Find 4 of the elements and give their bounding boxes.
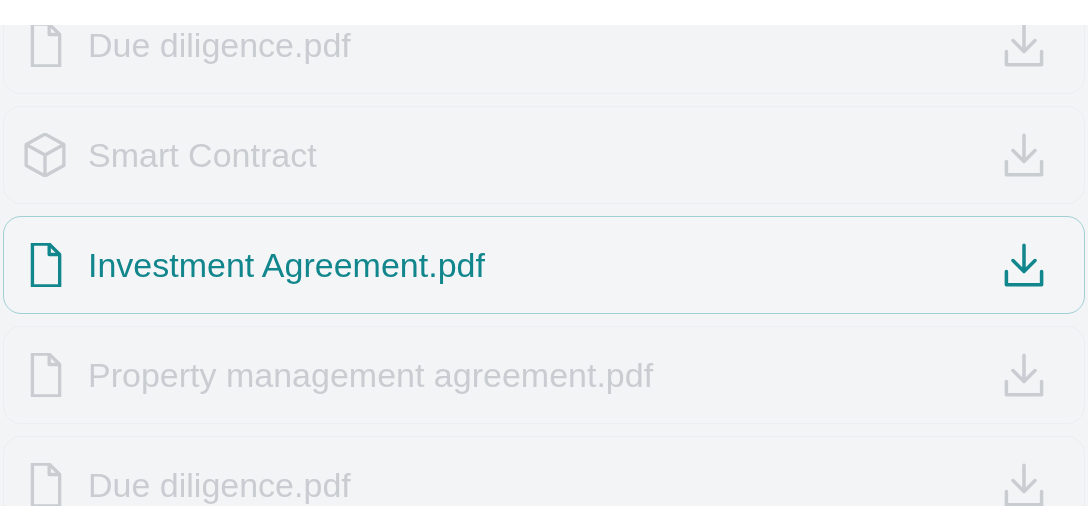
- file-name: Investment Agreement.pdf: [88, 248, 486, 282]
- download-icon[interactable]: [1002, 243, 1046, 287]
- cube-icon: [24, 133, 66, 177]
- file-row[interactable]: Investment Agreement.pdf: [3, 216, 1085, 314]
